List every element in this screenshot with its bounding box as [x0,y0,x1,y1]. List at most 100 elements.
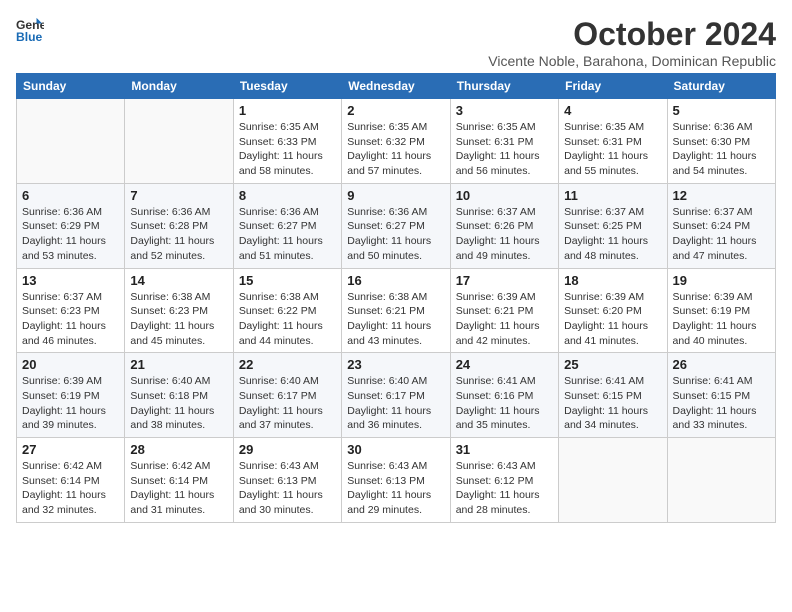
day-info: Sunrise: 6:38 AM Sunset: 6:21 PM Dayligh… [347,290,444,349]
calendar-day-cell: 27Sunrise: 6:42 AM Sunset: 6:14 PM Dayli… [17,438,125,523]
calendar-day-cell: 1Sunrise: 6:35 AM Sunset: 6:33 PM Daylig… [233,99,341,184]
day-number: 2 [347,103,444,118]
day-info: Sunrise: 6:43 AM Sunset: 6:13 PM Dayligh… [347,459,444,518]
day-info: Sunrise: 6:41 AM Sunset: 6:16 PM Dayligh… [456,374,553,433]
day-number: 11 [564,188,661,203]
day-number: 24 [456,357,553,372]
calendar-day-cell: 10 Sunrise: 6:37 AM Sunset: 6:26 PM Dayli… [450,183,558,268]
calendar-day-cell: 30 Sunrise: 6:43 AM Sunset: 6:13 PM Dayli… [342,438,450,523]
calendar-day-cell: 20 Sunrise: 6:39 AM Sunset: 6:19 PM Dayli… [17,353,125,438]
day-number: 9 [347,188,444,203]
title-section: October 2024 Vicente Noble, Barahona, Do… [488,16,776,69]
day-number: 26 [673,357,770,372]
day-number: 31 [456,442,553,457]
calendar-day-cell: 14 Sunrise: 6:38 AM Sunset: 6:23 PM Dayli… [125,268,233,353]
day-info: Sunrise: 6:37 AM Sunset: 6:26 PM Dayligh… [456,205,553,264]
day-number: 7 [130,188,227,203]
day-number: 20 [22,357,119,372]
logo-icon: General Blue [16,16,44,44]
calendar-day-cell: 26 Sunrise: 6:41 AM Sunset: 6:15 PM Dayli… [667,353,775,438]
day-number: 5 [673,103,770,118]
day-info: Sunrise: 6:37 AM Sunset: 6:23 PM Dayligh… [22,290,119,349]
svg-text:Blue: Blue [16,30,43,44]
calendar-day-cell: 15 Sunrise: 6:38 AM Sunset: 6:22 PM Dayli… [233,268,341,353]
day-number: 30 [347,442,444,457]
day-of-week-header: Tuesday [233,74,341,99]
day-info: Sunrise: 6:38 AM Sunset: 6:23 PM Dayligh… [130,290,227,349]
page-header: General Blue October 2024 Vicente Noble,… [16,16,776,69]
calendar-week-row: 13 Sunrise: 6:37 AM Sunset: 6:23 PM Dayli… [17,268,776,353]
day-of-week-header: Friday [559,74,667,99]
calendar-week-row: 20 Sunrise: 6:39 AM Sunset: 6:19 PM Dayli… [17,353,776,438]
day-info: Sunrise: 6:39 AM Sunset: 6:19 PM Dayligh… [22,374,119,433]
calendar-day-cell: 25Sunrise: 6:41 AM Sunset: 6:15 PM Dayli… [559,353,667,438]
day-info: Sunrise: 6:37 AM Sunset: 6:25 PM Dayligh… [564,205,661,264]
calendar-day-cell: 18Sunrise: 6:39 AM Sunset: 6:20 PM Dayli… [559,268,667,353]
day-info: Sunrise: 6:39 AM Sunset: 6:21 PM Dayligh… [456,290,553,349]
calendar-day-cell: 29 Sunrise: 6:43 AM Sunset: 6:13 PM Dayli… [233,438,341,523]
calendar-day-cell: 22Sunrise: 6:40 AM Sunset: 6:17 PM Dayli… [233,353,341,438]
day-number: 29 [239,442,336,457]
day-info: Sunrise: 6:39 AM Sunset: 6:19 PM Dayligh… [673,290,770,349]
calendar-table: SundayMondayTuesdayWednesdayThursdayFrid… [16,73,776,523]
calendar-day-cell: 3Sunrise: 6:35 AM Sunset: 6:31 PM Daylig… [450,99,558,184]
calendar-week-row: 27Sunrise: 6:42 AM Sunset: 6:14 PM Dayli… [17,438,776,523]
day-info: Sunrise: 6:41 AM Sunset: 6:15 PM Dayligh… [673,374,770,433]
day-info: Sunrise: 6:43 AM Sunset: 6:12 PM Dayligh… [456,459,553,518]
day-info: Sunrise: 6:35 AM Sunset: 6:31 PM Dayligh… [456,120,553,179]
day-info: Sunrise: 6:40 AM Sunset: 6:17 PM Dayligh… [347,374,444,433]
calendar-day-cell: 4 Sunrise: 6:35 AM Sunset: 6:31 PM Daylig… [559,99,667,184]
calendar-day-cell: 11 Sunrise: 6:37 AM Sunset: 6:25 PM Dayli… [559,183,667,268]
day-number: 21 [130,357,227,372]
calendar-day-cell: 28 Sunrise: 6:42 AM Sunset: 6:14 PM Dayli… [125,438,233,523]
day-number: 22 [239,357,336,372]
calendar-day-cell: 23 Sunrise: 6:40 AM Sunset: 6:17 PM Dayli… [342,353,450,438]
calendar-header-row: SundayMondayTuesdayWednesdayThursdayFrid… [17,74,776,99]
day-of-week-header: Monday [125,74,233,99]
day-info: Sunrise: 6:39 AM Sunset: 6:20 PM Dayligh… [564,290,661,349]
day-info: Sunrise: 6:37 AM Sunset: 6:24 PM Dayligh… [673,205,770,264]
calendar-day-cell [17,99,125,184]
day-info: Sunrise: 6:42 AM Sunset: 6:14 PM Dayligh… [22,459,119,518]
day-number: 17 [456,273,553,288]
calendar-day-cell: 31 Sunrise: 6:43 AM Sunset: 6:12 PM Dayli… [450,438,558,523]
logo: General Blue [16,16,44,44]
calendar-week-row: 6Sunrise: 6:36 AM Sunset: 6:29 PM Daylig… [17,183,776,268]
day-info: Sunrise: 6:43 AM Sunset: 6:13 PM Dayligh… [239,459,336,518]
calendar-day-cell [667,438,775,523]
calendar-day-cell: 24 Sunrise: 6:41 AM Sunset: 6:16 PM Dayli… [450,353,558,438]
day-number: 16 [347,273,444,288]
day-of-week-header: Wednesday [342,74,450,99]
calendar-week-row: 1Sunrise: 6:35 AM Sunset: 6:33 PM Daylig… [17,99,776,184]
day-info: Sunrise: 6:42 AM Sunset: 6:14 PM Dayligh… [130,459,227,518]
day-info: Sunrise: 6:35 AM Sunset: 6:31 PM Dayligh… [564,120,661,179]
day-of-week-header: Saturday [667,74,775,99]
day-number: 23 [347,357,444,372]
calendar-day-cell [559,438,667,523]
day-number: 8 [239,188,336,203]
day-info: Sunrise: 6:36 AM Sunset: 6:27 PM Dayligh… [347,205,444,264]
calendar-day-cell: 8Sunrise: 6:36 AM Sunset: 6:27 PM Daylig… [233,183,341,268]
day-number: 10 [456,188,553,203]
day-number: 4 [564,103,661,118]
calendar-day-cell: 2Sunrise: 6:35 AM Sunset: 6:32 PM Daylig… [342,99,450,184]
day-number: 19 [673,273,770,288]
day-number: 6 [22,188,119,203]
day-number: 1 [239,103,336,118]
calendar-day-cell: 13 Sunrise: 6:37 AM Sunset: 6:23 PM Dayli… [17,268,125,353]
location-subtitle: Vicente Noble, Barahona, Dominican Repub… [488,53,776,69]
day-of-week-header: Sunday [17,74,125,99]
day-number: 12 [673,188,770,203]
calendar-day-cell: 9 Sunrise: 6:36 AM Sunset: 6:27 PM Daylig… [342,183,450,268]
calendar-day-cell: 6Sunrise: 6:36 AM Sunset: 6:29 PM Daylig… [17,183,125,268]
day-info: Sunrise: 6:38 AM Sunset: 6:22 PM Dayligh… [239,290,336,349]
day-number: 14 [130,273,227,288]
day-number: 15 [239,273,336,288]
month-title: October 2024 [488,16,776,53]
day-number: 28 [130,442,227,457]
day-info: Sunrise: 6:40 AM Sunset: 6:18 PM Dayligh… [130,374,227,433]
day-number: 13 [22,273,119,288]
day-info: Sunrise: 6:36 AM Sunset: 6:28 PM Dayligh… [130,205,227,264]
calendar-day-cell: 12 Sunrise: 6:37 AM Sunset: 6:24 PM Dayli… [667,183,775,268]
calendar-day-cell: 17 Sunrise: 6:39 AM Sunset: 6:21 PM Dayli… [450,268,558,353]
